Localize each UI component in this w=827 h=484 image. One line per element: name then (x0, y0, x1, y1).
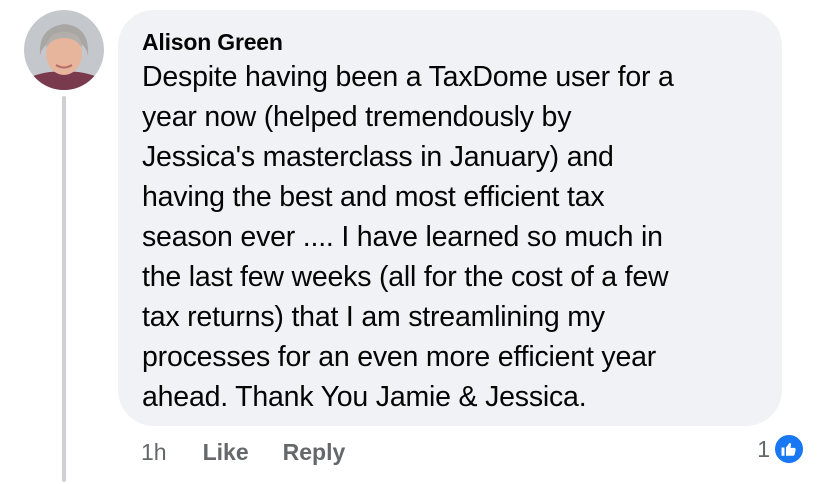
like-button[interactable]: Like (203, 439, 249, 466)
comment-timestamp[interactable]: 1h (141, 439, 167, 466)
reactions-summary[interactable]: 1 (757, 433, 805, 465)
thumbs-up-icon (773, 433, 805, 465)
comment-bubble: Alison Green Despite having been a TaxDo… (118, 10, 782, 426)
reply-thread-line (62, 96, 66, 482)
avatar[interactable] (24, 10, 104, 90)
comment-author-name[interactable]: Alison Green (142, 28, 762, 56)
comment-text: Despite having been a TaxDome user for a… (142, 61, 674, 413)
comment-actions: 1h Like Reply (141, 435, 345, 469)
avatar-photo (24, 10, 104, 90)
reaction-count: 1 (757, 435, 770, 462)
reply-button[interactable]: Reply (283, 439, 346, 466)
